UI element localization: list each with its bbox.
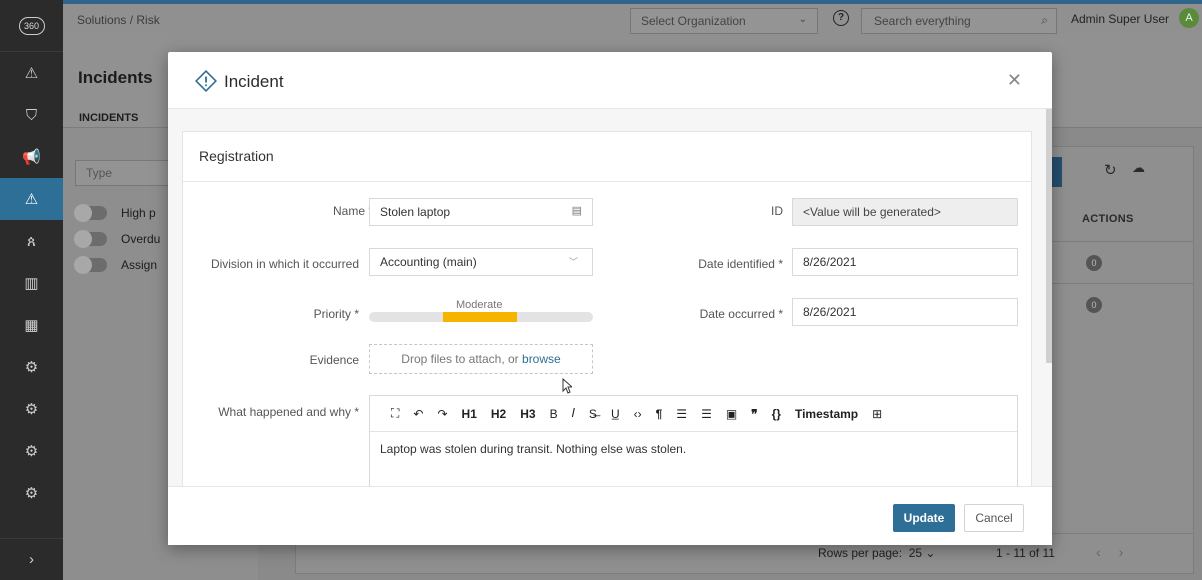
priority-slider[interactable] — [369, 312, 593, 322]
what-happened-label: What happened and why * — [218, 405, 359, 419]
dialog-title: Incident — [224, 72, 284, 91]
nav-building-icon[interactable]: ▦ — [0, 304, 63, 346]
nav-gear-icon[interactable]: ⚙ — [0, 346, 63, 388]
code-block-icon[interactable]: {} — [765, 396, 788, 432]
toggle-switch[interactable] — [74, 230, 107, 248]
underline-button[interactable]: U̲ — [604, 396, 627, 432]
nav-library-icon[interactable]: ▥ — [0, 262, 63, 304]
registration-section: Registration Name * Stolen laptop ▤ ID <… — [182, 131, 1032, 486]
search-input[interactable]: Search everything ⌕ — [861, 8, 1057, 34]
filter-toggle[interactable]: High p — [74, 204, 156, 222]
toggle-switch[interactable] — [74, 256, 107, 274]
toggle-switch[interactable] — [74, 204, 107, 222]
left-nav: 360 ⚠ ⛉ 📢 ⚠ ጰ ▥ ▦ ⚙ ⚙ ⚙ ⚙ › — [0, 0, 63, 580]
page-range: 1 - 11 of 11 — [996, 546, 1055, 560]
date-occurred-field[interactable]: 8/26/2021 — [792, 298, 1018, 326]
actions-column-header: ACTIONS — [1082, 213, 1134, 225]
priority-fill — [442, 312, 517, 322]
priority-value: Moderate — [456, 299, 503, 311]
id-label: ID — [771, 204, 783, 218]
undo-icon[interactable]: ↶ — [406, 396, 430, 432]
filter-toggle[interactable]: Overdu — [74, 230, 160, 248]
nav-warning-icon[interactable]: ⚠ — [0, 52, 63, 94]
page-nav[interactable]: ‹› — [1096, 544, 1141, 560]
update-button[interactable]: Update — [893, 504, 955, 532]
nav-gear-icon[interactable]: ⚙ — [0, 472, 63, 514]
rows-per-page[interactable]: Rows per page: 25 ⌄ — [818, 546, 935, 560]
date-identified-field[interactable]: 8/26/2021 — [792, 248, 1018, 276]
division-select[interactable]: Accounting (main) ﹀ — [369, 248, 593, 276]
timestamp-button[interactable]: Timestamp — [788, 396, 865, 432]
nav-megaphone-icon[interactable]: 📢 — [0, 136, 63, 178]
dialog-header: Incident ✕ — [168, 52, 1052, 109]
chevron-down-icon: ﹀ — [568, 257, 578, 267]
bold-button[interactable]: B — [543, 396, 565, 432]
row-divider — [1036, 283, 1193, 284]
nav-risk-icon[interactable]: ⚠ — [0, 178, 63, 220]
page-title: Incidents — [78, 68, 153, 87]
dialog-scrollbar[interactable] — [1046, 109, 1052, 363]
evidence-label: Evidence — [309, 353, 359, 367]
code-icon[interactable]: ‹› — [627, 396, 649, 432]
browse-link[interactable]: browse — [522, 352, 561, 366]
division-label: Division in which it occurred — [210, 257, 359, 271]
dialog-footer: Update Cancel — [168, 486, 1052, 545]
id-field: <Value will be generated> — [792, 198, 1018, 226]
help-icon[interactable]: ? — [833, 10, 849, 26]
quote-icon[interactable]: ❞ — [744, 396, 764, 432]
strikethrough-button[interactable]: S̶ — [582, 396, 604, 432]
nav-tag-icon[interactable]: ⛉ — [0, 94, 63, 136]
incident-icon — [195, 70, 217, 92]
top-bar: Solutions / Risk Select Organization ⌄ ? … — [63, 0, 1202, 38]
chevron-right-icon[interactable]: › — [0, 538, 63, 580]
nav-users-icon[interactable]: ጰ — [0, 220, 63, 262]
refresh-icon[interactable]: ↻ — [1104, 161, 1117, 179]
editor-content[interactable]: Laptop was stolen during transit. Nothin… — [370, 432, 1017, 466]
nav-gear-icon[interactable]: ⚙ — [0, 430, 63, 472]
actions-badge[interactable]: 0 — [1086, 255, 1102, 271]
heading3-button[interactable]: H3 — [513, 396, 542, 432]
italic-button[interactable]: 𝐼 — [565, 396, 582, 432]
dialog-body[interactable]: Registration Name * Stolen laptop ▤ ID <… — [168, 109, 1052, 486]
app-logo[interactable]: 360 — [0, 0, 63, 52]
row-divider — [1036, 241, 1193, 242]
heading1-button[interactable]: H1 — [455, 396, 484, 432]
mouse-cursor-icon — [562, 378, 572, 394]
cancel-button[interactable]: Cancel — [964, 504, 1024, 532]
table-icon[interactable]: ⊞ — [865, 396, 889, 432]
rich-text-editor[interactable]: ⛶ ↶ ↷ H1 H2 H3 B 𝐼 S̶ U̲ ‹› ¶ ☰ ☰ ▣ ❞{} Timestamp ⊞ Lapto… — [369, 395, 1018, 486]
id-card-icon: ▤ — [571, 205, 582, 217]
cloud-download-icon[interactable]: ☁ — [1132, 160, 1145, 176]
date-occurred-label: Date occurred * — [699, 307, 783, 321]
priority-label: Priority * — [313, 307, 359, 321]
editor-toolbar: ⛶ ↶ ↷ H1 H2 H3 B 𝐼 S̶ U̲ ‹› ¶ ☰ ☰ ▣ ❞{} Timestamp ⊞ — [370, 396, 1017, 432]
avatar[interactable]: A — [1179, 8, 1199, 28]
paragraph-icon[interactable]: ¶ — [649, 396, 670, 432]
actions-badge[interactable]: 0 — [1086, 297, 1102, 313]
breadcrumb[interactable]: Solutions / Risk — [77, 13, 160, 27]
section-title: Registration — [183, 132, 1031, 182]
name-field[interactable]: Stolen laptop ▤ — [369, 198, 593, 226]
close-icon[interactable]: ✕ — [1007, 70, 1022, 91]
heading2-button[interactable]: H2 — [484, 396, 513, 432]
numbered-list-icon[interactable]: ☰ — [694, 396, 719, 432]
bullet-list-icon[interactable]: ☰ — [669, 396, 694, 432]
nav-gear-icon[interactable]: ⚙ — [0, 388, 63, 430]
search-icon: ⌕ — [1041, 13, 1048, 27]
redo-icon[interactable]: ↷ — [430, 396, 454, 432]
name-label: Name * — [332, 204, 373, 218]
evidence-dropzone[interactable]: Drop files to attach, or browse — [369, 344, 593, 374]
fullscreen-icon[interactable]: ⛶ — [384, 396, 406, 432]
chevron-down-icon: ⌄ — [798, 14, 807, 25]
user-name[interactable]: Admin Super User — [1071, 12, 1169, 26]
organization-select[interactable]: Select Organization ⌄ — [630, 8, 818, 34]
image-icon[interactable]: ▣ — [719, 396, 744, 432]
filter-toggle[interactable]: Assign — [74, 256, 157, 274]
incident-dialog: Incident ✕ Registration Name * Stolen la… — [168, 52, 1052, 545]
date-identified-label: Date identified * — [698, 257, 783, 271]
